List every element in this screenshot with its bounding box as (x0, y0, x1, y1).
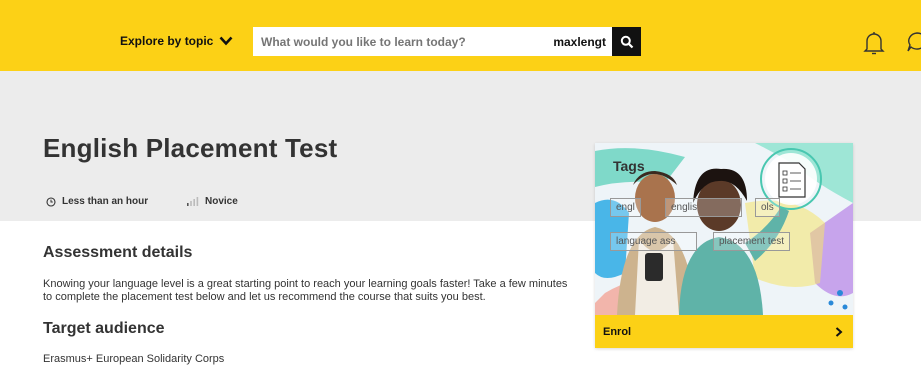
duration-text: Less than an hour (62, 196, 149, 207)
tag-item[interactable]: ols (755, 198, 780, 217)
search-button[interactable] (612, 27, 641, 56)
top-navigation-bar: Explore by topic maxlengt (0, 0, 921, 71)
page-title: English Placement Test (43, 133, 338, 163)
course-duration: Less than an hour (46, 196, 148, 207)
checklist-icon (778, 162, 806, 198)
target-audience-heading: Target audience (43, 320, 165, 337)
search-icon (620, 35, 633, 48)
clock-icon (46, 196, 56, 207)
explore-label: Explore by topic (120, 34, 214, 48)
search-input-suffix: maxlengt (553, 35, 606, 49)
course-level: Novice (187, 196, 238, 207)
explore-by-topic-button[interactable]: Explore by topic (120, 34, 233, 48)
chat-icon[interactable] (905, 30, 921, 54)
tags-heading: Tags (613, 158, 645, 174)
search-input[interactable] (261, 27, 561, 56)
level-text: Novice (205, 196, 238, 207)
tag-item[interactable]: placement test (713, 232, 791, 251)
course-card: Tags engl englis ols language ass placem… (595, 143, 853, 348)
enrol-label: Enrol (603, 326, 632, 338)
tag-item[interactable]: englis (665, 198, 742, 217)
bell-icon[interactable] (863, 30, 885, 56)
chevron-right-icon (835, 327, 843, 337)
level-bars-icon (187, 197, 199, 206)
tag-item[interactable]: engl (610, 198, 641, 217)
enrol-button[interactable]: Enrol (595, 315, 853, 348)
search-box: maxlengt (253, 27, 612, 56)
assessment-details-text: Knowing your language level is a great s… (43, 278, 568, 303)
chevron-down-icon (219, 36, 233, 46)
tag-item[interactable]: language ass (610, 232, 697, 251)
target-audience-text: Erasmus+ European Solidarity Corps (43, 353, 225, 365)
assessment-details-heading: Assessment details (43, 244, 193, 261)
